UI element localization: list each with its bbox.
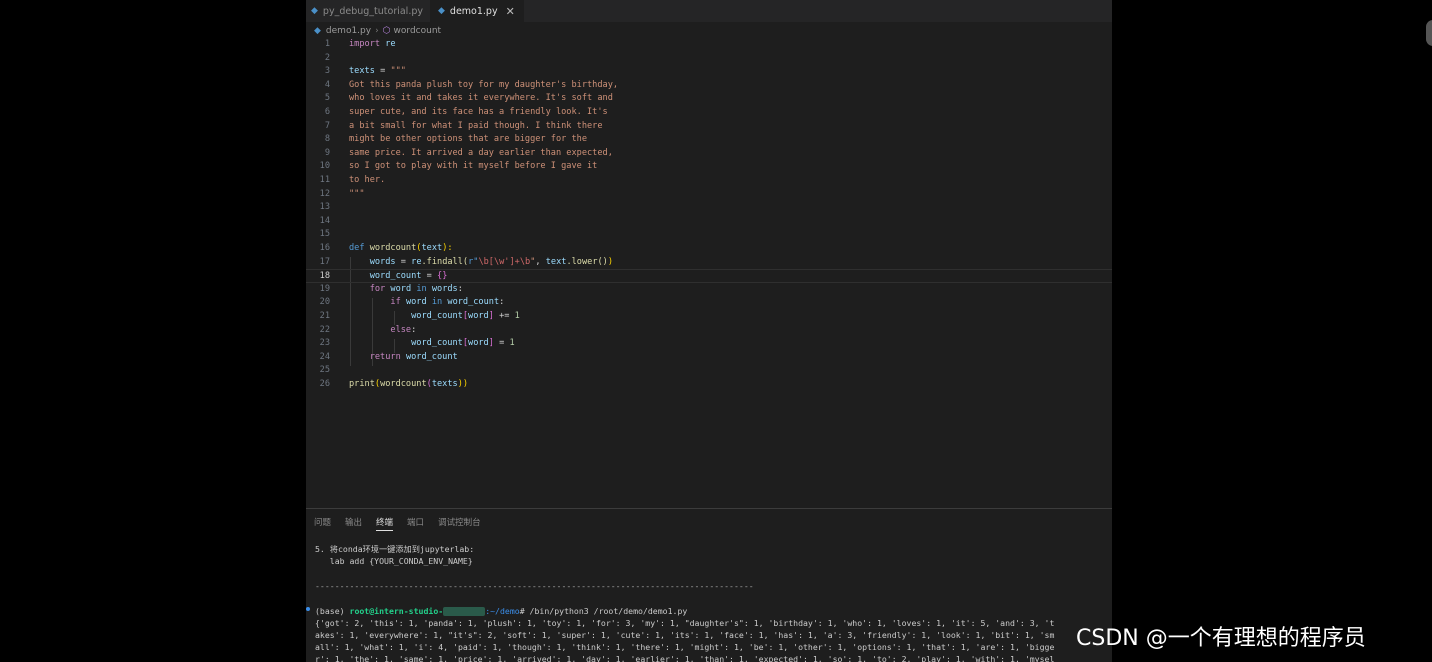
- tab-label: py_debug_tutorial.py: [322, 5, 423, 17]
- python-file-icon: ◆: [438, 6, 445, 16]
- tab-debug-console[interactable]: 调试控制台: [438, 516, 481, 531]
- code-line: 5 who loves it and takes it everywhere. I…: [324, 93, 613, 104]
- tab-problems[interactable]: 问题: [314, 516, 331, 531]
- code-line: 9 same price. It arrived a day earlier th…: [324, 147, 613, 158]
- code-line: 8 might be other options that are bigger …: [324, 134, 587, 145]
- tab-label: demo1.py: [449, 5, 498, 17]
- code-line: 2: [324, 52, 330, 63]
- code-line: 14: [319, 215, 330, 226]
- close-icon[interactable]: ✕: [506, 5, 515, 18]
- code-line: 10 so I got to play with it myself before…: [319, 161, 598, 172]
- code-line: 26 print(wordcount(texts)): [319, 379, 469, 389]
- tab-output[interactable]: 输出: [345, 516, 362, 531]
- terminal-output: all': 1, 'what': 1, 'i': 4, 'paid': 1, '…: [315, 642, 1055, 652]
- redacted-block: [443, 607, 486, 616]
- terminal-status-dot: [306, 607, 310, 611]
- code-line: 12 """: [319, 188, 365, 199]
- panel-tabs: 问题 输出 终端 端口 调试控制台: [314, 516, 481, 531]
- code-line: 4 Got this panda plush toy for my daughte…: [324, 79, 619, 90]
- code-line: 3 texts = """: [324, 66, 406, 77]
- code-editor[interactable]: 1 import re 2 3 texts = """ 4 Got this pand…: [306, 38, 1112, 508]
- code-line: 19 for word in words:: [319, 283, 463, 294]
- code-line: 24 return word_count: [319, 351, 458, 362]
- terminal-output: akes': 1, 'everywhere': 1, "it's": 2, 's…: [315, 630, 1055, 640]
- code-line: 6 super cute, and its face has a friendly…: [324, 107, 608, 117]
- terminal-line: lab add {YOUR_CONDA_ENV_NAME}: [315, 556, 473, 566]
- code-line: 23 word_count[word] = 1: [319, 338, 515, 349]
- breadcrumb-file[interactable]: demo1.py: [326, 26, 371, 36]
- code-line: 17 words = re.findall(r"\b[\w']+\b", tex…: [319, 256, 614, 267]
- terminal-output: r': 1, 'the': 1, 'same': 1, 'price': 1, …: [315, 654, 1055, 662]
- code-line: 20 if word in word_count:: [319, 297, 505, 308]
- code-line: 11 to her.: [319, 175, 386, 185]
- terminal-line: 5. 将conda环境一键添加到jupyterlab:: [315, 544, 475, 554]
- code-line: 22 else:: [319, 324, 417, 335]
- watermark: CSDN @一个有理想的程序员: [1076, 626, 1366, 651]
- breadcrumb-symbol[interactable]: wordcount: [394, 26, 442, 36]
- tab-py-debug-tutorial[interactable]: ◆ py_debug_tutorial.py: [306, 0, 433, 22]
- vscode-window: ◆ py_debug_tutorial.py ◆ demo1.py ✕ ◆ de…: [306, 0, 1112, 662]
- python-file-icon: ◆: [314, 25, 321, 36]
- code-line: 16 def wordcount(text):: [319, 243, 453, 253]
- scroll-handle[interactable]: [1426, 20, 1432, 46]
- tab-demo1[interactable]: ◆ demo1.py ✕: [430, 0, 524, 22]
- cube-icon: ⬡: [382, 25, 391, 36]
- code-line: 15: [319, 229, 330, 240]
- editor-tab-bar: ◆ py_debug_tutorial.py ◆ demo1.py ✕: [306, 0, 1112, 22]
- terminal-prompt: (base) root@intern-studio-:~/demo# /bin/…: [315, 606, 688, 616]
- breadcrumb: ◆ demo1.py › ⬡ wordcount: [306, 22, 1112, 39]
- code-line: 1 import re: [324, 39, 396, 49]
- chevron-right-icon: ›: [375, 25, 379, 36]
- code-line: 7a bit small for what I paid though. I t…: [324, 120, 603, 131]
- terminal-output: {'got': 2, 'this': 1, 'panda': 1, 'plush…: [315, 618, 1055, 628]
- bottom-panel: 问题 输出 终端 端口 调试控制台 5. 将conda环境一键添加到jupyte…: [306, 508, 1112, 662]
- tab-terminal[interactable]: 终端: [376, 516, 394, 531]
- code-line: 13: [319, 202, 330, 213]
- code-line: 21 word_count[word] += 1: [319, 311, 520, 321]
- code-line-current: 18 word_count = {}: [306, 269, 1112, 283]
- python-file-icon: ◆: [311, 6, 318, 16]
- terminal-divider: ----------------------------------------…: [315, 581, 754, 591]
- tab-ports[interactable]: 端口: [407, 516, 424, 531]
- code-line: 25: [319, 365, 330, 376]
